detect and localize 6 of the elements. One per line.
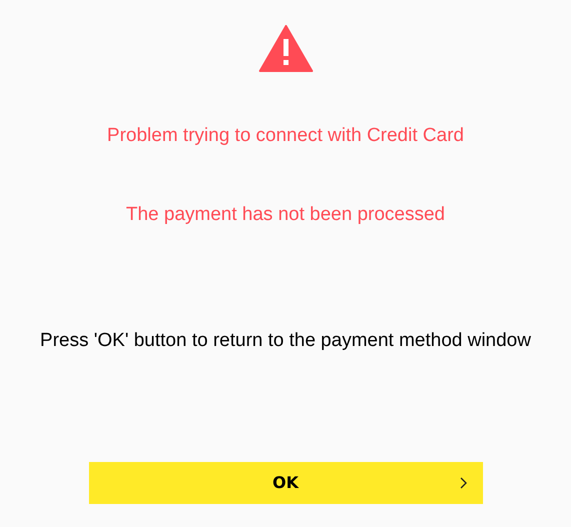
instruction-text: Press 'OK' button to return to the payment method window [40, 329, 531, 353]
error-title: Problem trying to connect with Credit Card [107, 124, 464, 148]
chevron-right-icon [460, 476, 466, 488]
error-message: The payment has not been processed [126, 202, 445, 226]
ok-button[interactable]: OK [88, 462, 482, 504]
warning-icon [258, 25, 312, 72]
